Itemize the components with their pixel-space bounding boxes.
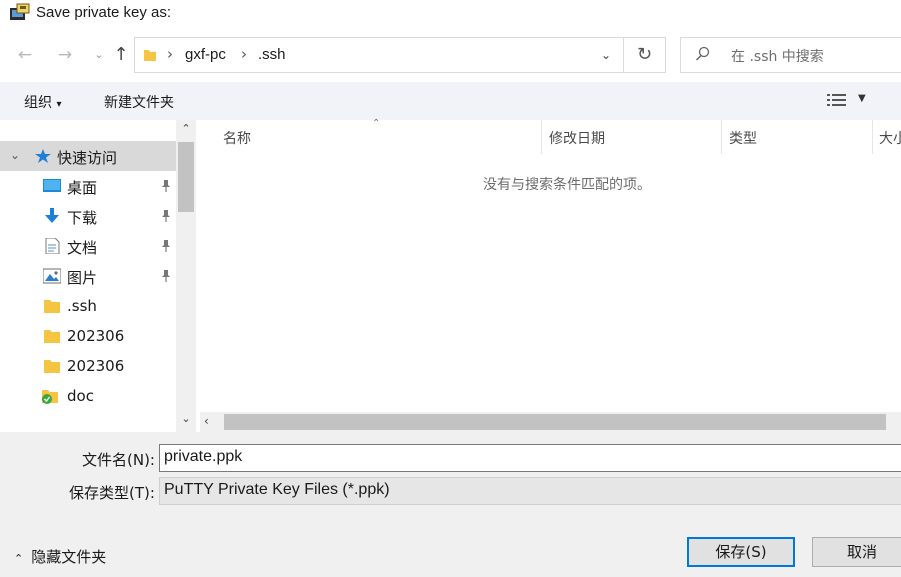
pin-icon[interactable] xyxy=(160,239,172,253)
title-bar: Save private key as: xyxy=(0,0,901,30)
sidebar-item-label: 桌面 xyxy=(67,179,98,197)
caret-down-icon[interactable]: ▼ xyxy=(858,93,866,104)
scrollbar-thumb[interactable] xyxy=(178,142,194,212)
puttygen-app-icon xyxy=(10,3,30,20)
scroll-up-icon[interactable]: ⌃ xyxy=(176,122,196,140)
chevron-up-icon: ⌃ xyxy=(14,552,24,565)
save-form: 文件名(N): private.ppk 保存类型(T): PuTTY Priva… xyxy=(0,432,901,577)
column-header-modified[interactable]: 修改日期 xyxy=(542,120,722,154)
command-bar: 组织 ▾ 新建文件夹 ▼ xyxy=(0,82,901,120)
chevron-down-icon[interactable]: ⌄ xyxy=(88,44,110,66)
folder-icon xyxy=(144,50,156,61)
sidebar-item-label: 快速访问 xyxy=(57,149,118,167)
column-header-label: 大小 xyxy=(879,131,901,147)
address-bar[interactable]: › gxf-pc › .ssh ⌄ xyxy=(134,37,624,73)
sidebar-item-202306-a[interactable]: 202306 xyxy=(0,321,176,351)
arrow-left-icon[interactable]: ← xyxy=(14,44,36,66)
sort-caret-icon: ⌃ xyxy=(372,118,381,129)
arrow-up-icon[interactable]: ↑ xyxy=(110,44,132,66)
column-header-label: 名称 xyxy=(223,131,251,147)
sidebar-item-202306-b[interactable]: 202306 xyxy=(0,351,176,381)
star-icon xyxy=(35,149,51,163)
column-header-label: 修改日期 xyxy=(549,131,605,147)
filename-field[interactable]: private.ppk xyxy=(159,444,901,472)
pin-icon[interactable] xyxy=(160,269,172,283)
filetype-select[interactable]: PuTTY Private Key Files (*.ppk) xyxy=(159,477,901,505)
picture-icon xyxy=(43,268,61,284)
sidebar-item-label: 图片 xyxy=(67,269,98,287)
view-list-icon[interactable] xyxy=(826,92,848,108)
sidebar-item-label: 下载 xyxy=(67,209,98,227)
filetype-label: 保存类型(T): xyxy=(69,484,155,502)
caret-down-icon: ▾ xyxy=(56,99,62,110)
filename-label: 文件名(N): xyxy=(82,451,155,469)
window-title: Save private key as: xyxy=(36,4,172,21)
pin-icon[interactable] xyxy=(160,179,172,193)
scroll-left-icon[interactable]: ‹ xyxy=(204,414,209,428)
empty-message: 没有与搜索条件匹配的项。 xyxy=(483,177,651,193)
file-list: ⌃ 名称 修改日期 类型 大小 没有与搜索条件匹配的项。 xyxy=(200,118,901,412)
sidebar-item-downloads[interactable]: 下载 xyxy=(0,201,176,231)
breadcrumb-separator: › xyxy=(167,45,173,63)
refresh-icon: ↻ xyxy=(636,44,653,65)
sidebar-item-desktop[interactable]: 桌面 xyxy=(0,171,176,201)
column-header-label: 类型 xyxy=(729,131,757,147)
document-icon xyxy=(45,238,60,254)
file-list-scrollbar[interactable]: ‹ xyxy=(200,412,901,432)
save-button[interactable]: 保存(S) xyxy=(687,537,795,567)
hide-folders-label: 隐藏文件夹 xyxy=(31,548,107,566)
navigation-bar: ← → ⌄ ↑ › gxf-pc › .ssh ⌄ ↻ 在 .ssh 中搜索 xyxy=(0,30,901,82)
sidebar-item-doc[interactable]: doc xyxy=(0,381,176,411)
scrollbar-thumb[interactable] xyxy=(224,414,886,430)
chevron-down-icon[interactable]: ⌄ xyxy=(10,148,20,162)
desktop-icon xyxy=(43,179,61,192)
column-header-name[interactable]: ⌃ 名称 xyxy=(200,118,542,154)
sidebar-item-label: .ssh xyxy=(67,297,97,315)
folder-synced-icon xyxy=(42,390,58,404)
folder-icon xyxy=(44,360,60,373)
folder-icon xyxy=(44,300,60,313)
sidebar-item-label: 202306 xyxy=(67,357,125,375)
sidebar-item-label: 202306 xyxy=(67,327,125,345)
sidebar-item-pictures[interactable]: 图片 xyxy=(0,261,176,291)
breadcrumb-gxf-pc[interactable]: gxf-pc xyxy=(185,46,226,63)
sidebar-item-label: doc xyxy=(67,387,94,405)
refresh-button[interactable]: ↻ xyxy=(624,37,666,73)
column-header-type[interactable]: 类型 xyxy=(722,120,873,154)
sidebar-item-documents[interactable]: 文档 xyxy=(0,231,176,261)
hide-folders-toggle[interactable]: ⌃ 隐藏文件夹 xyxy=(14,546,106,567)
search-input[interactable]: 在 .ssh 中搜索 xyxy=(680,37,901,73)
column-header-size[interactable]: 大小 xyxy=(873,120,901,154)
cancel-button[interactable]: 取消 xyxy=(812,537,901,567)
search-icon xyxy=(695,46,710,61)
chevron-down-icon[interactable]: ⌄ xyxy=(601,48,611,62)
breadcrumb-ssh[interactable]: .ssh xyxy=(258,46,286,63)
sidebar-item-quick-access[interactable]: ⌄ 快速访问 xyxy=(0,141,176,171)
navigation-pane: ⌄ 快速访问 桌面 下载 文档 图片 .ssh 202306 202306 do… xyxy=(0,120,198,430)
breadcrumb-separator: › xyxy=(241,45,247,63)
search-placeholder: 在 .ssh 中搜索 xyxy=(731,49,824,65)
sidebar-item-label: 文档 xyxy=(67,239,98,257)
organize-button[interactable]: 组织 ▾ xyxy=(24,92,61,112)
scroll-down-icon[interactable]: ⌄ xyxy=(176,412,196,430)
sidebar-item-ssh[interactable]: .ssh xyxy=(0,291,176,321)
new-folder-button[interactable]: 新建文件夹 xyxy=(104,92,174,112)
pin-icon[interactable] xyxy=(160,209,172,223)
arrow-right-icon[interactable]: → xyxy=(54,44,76,66)
folder-icon xyxy=(44,330,60,343)
sidebar-scrollbar[interactable]: ⌃ ⌄ xyxy=(176,120,196,432)
download-icon xyxy=(45,208,59,223)
